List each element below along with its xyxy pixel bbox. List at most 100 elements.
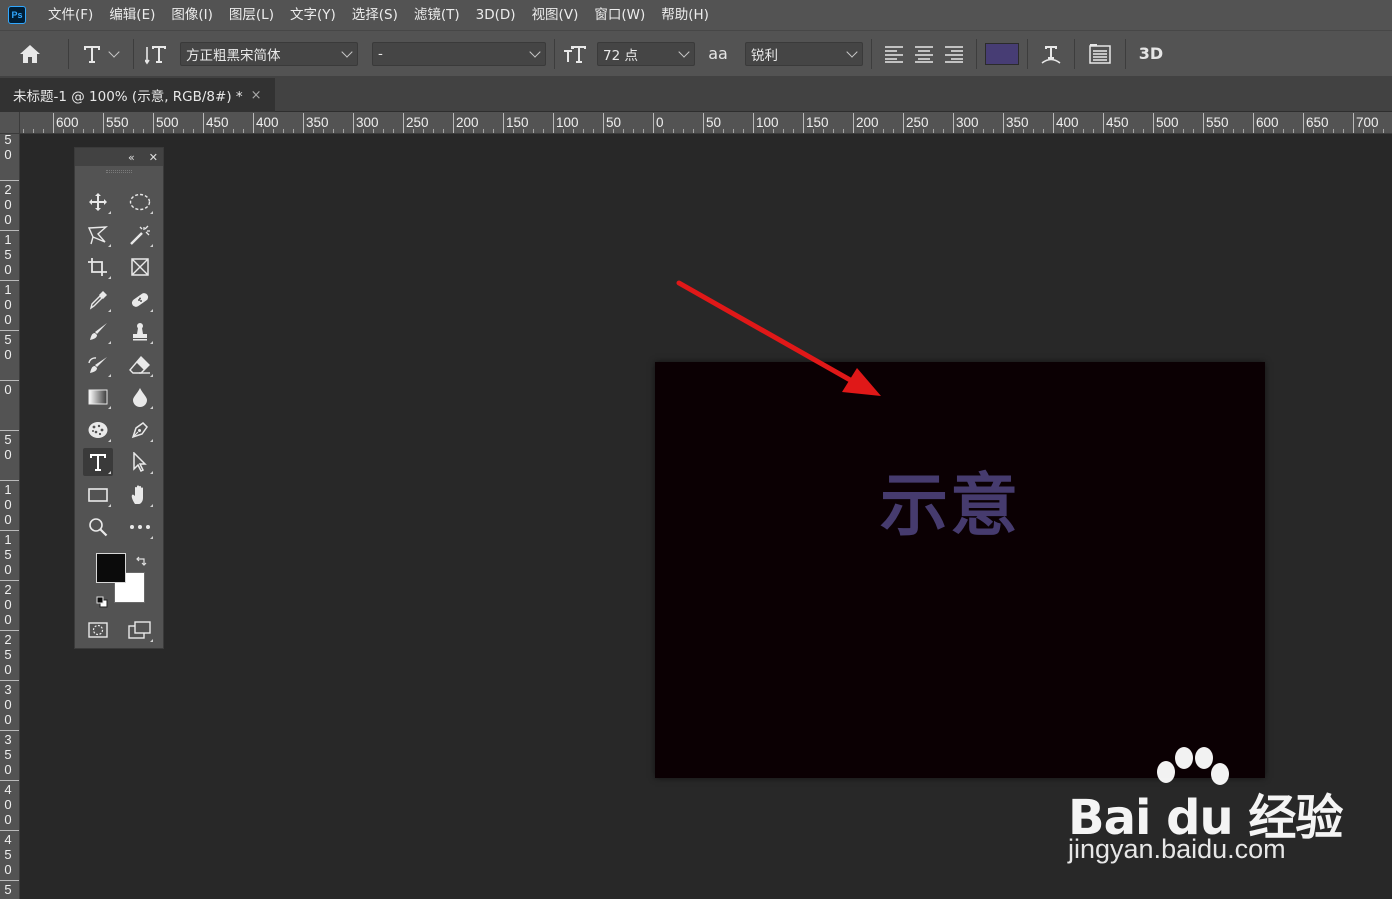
- ruler-tick: [853, 113, 854, 133]
- swap-colors-icon[interactable]: [135, 552, 147, 571]
- antialias-value: 锐利: [751, 47, 778, 64]
- eyedropper-tool[interactable]: [83, 286, 113, 314]
- menu-view[interactable]: 视图(V): [524, 0, 587, 30]
- type-tool[interactable]: [83, 448, 113, 476]
- ruler-minor-tick: [533, 129, 534, 133]
- zoom-tool[interactable]: [83, 513, 113, 541]
- ruler-minor-tick: [593, 129, 594, 133]
- font-family-select[interactable]: 方正粗黑宋简体: [180, 41, 358, 66]
- eraser-tool[interactable]: [125, 351, 155, 379]
- menu-layer[interactable]: 图层(L): [221, 0, 282, 30]
- menu-help[interactable]: 帮助(H): [653, 0, 717, 30]
- ruler-label: 100: [756, 115, 779, 130]
- history-brush-tool[interactable]: [83, 351, 113, 379]
- menu-file[interactable]: 文件(F): [40, 0, 101, 30]
- ruler-minor-tick: [633, 129, 634, 133]
- gradient-tool[interactable]: [83, 383, 113, 411]
- separator: [133, 38, 134, 69]
- ruler-label: 650: [1306, 115, 1329, 130]
- ruler-minor-tick: [163, 129, 164, 133]
- menu-select[interactable]: 选择(S): [344, 0, 406, 30]
- antialias-select[interactable]: 锐利: [745, 41, 863, 66]
- tool-preset-picker[interactable]: [77, 39, 125, 69]
- more-tools[interactable]: [125, 513, 155, 541]
- menu-type[interactable]: 文字(Y): [282, 0, 344, 30]
- ruler-minor-tick: [723, 129, 724, 133]
- magic-wand-tool[interactable]: [125, 221, 155, 249]
- menu-3d[interactable]: 3D(D): [468, 0, 524, 30]
- collapse-icon[interactable]: «: [128, 151, 135, 164]
- hand-tool[interactable]: [125, 481, 155, 509]
- polygon-lasso-tool[interactable]: [83, 221, 113, 249]
- ruler-tick: [0, 430, 19, 431]
- ruler-label: 250: [4, 632, 12, 677]
- move-tool[interactable]: [83, 188, 113, 216]
- screen-mode-button[interactable]: [125, 616, 155, 644]
- menu-edit[interactable]: 编辑(E): [101, 0, 163, 30]
- text-color-swatch[interactable]: [985, 42, 1019, 65]
- vertical-ruler[interactable]: 50 200 150 100 50 0 50 100 150 200 250 300 350 400 450…: [0, 134, 20, 899]
- pen-tool[interactable]: [125, 416, 155, 444]
- ruler-minor-tick: [323, 129, 324, 133]
- crop-tool[interactable]: [83, 253, 113, 281]
- type-tool-icon: [84, 45, 100, 63]
- align-right-button[interactable]: [940, 39, 968, 69]
- toggle-text-orientation-button[interactable]: [142, 39, 172, 69]
- default-colors-icon[interactable]: [96, 593, 108, 612]
- blur-tool[interactable]: [125, 383, 155, 411]
- ruler-minor-tick: [513, 129, 514, 133]
- document-canvas[interactable]: 示意: [655, 362, 1265, 778]
- 3d-button[interactable]: 3D: [1134, 39, 1168, 69]
- stamp-icon: [133, 323, 147, 341]
- panel-grip[interactable]: [75, 166, 163, 176]
- brush-tool[interactable]: [83, 318, 113, 346]
- rectangle-tool[interactable]: [83, 481, 113, 509]
- ruler-minor-tick: [973, 129, 974, 133]
- warp-text-button[interactable]: [1036, 39, 1066, 69]
- arrow-cursor-icon: [133, 452, 147, 472]
- clone-stamp-tool[interactable]: [125, 318, 155, 346]
- lasso-icon: [87, 226, 108, 245]
- home-button[interactable]: [0, 39, 60, 69]
- path-selection-tool[interactable]: [125, 448, 155, 476]
- align-center-button[interactable]: [908, 39, 940, 69]
- horizontal-ruler[interactable]: 0 600 550 500 450 400 350 300 250 200 150 100 500 50 1…: [20, 112, 1392, 134]
- ruler-label: 300: [356, 115, 379, 130]
- frame-tool[interactable]: [125, 253, 155, 281]
- close-icon[interactable]: ✕: [149, 151, 158, 164]
- character-panel-button[interactable]: [1083, 39, 1117, 69]
- chevron-down-icon: [108, 45, 120, 58]
- quick-mask-button[interactable]: [83, 616, 113, 644]
- ruler-label: 50: [4, 134, 12, 162]
- frame-icon: [131, 258, 149, 276]
- menu-image[interactable]: 图像(I): [163, 0, 221, 30]
- ruler-tick: [503, 113, 504, 133]
- ellipse-marquee-tool[interactable]: [125, 188, 155, 216]
- ruler-minor-tick: [713, 129, 714, 133]
- ruler-corner[interactable]: [0, 112, 20, 134]
- ruler-tick: [0, 280, 19, 281]
- ruler-label: 200: [856, 115, 879, 130]
- ruler-label: 0: [656, 115, 664, 130]
- ruler-minor-tick: [1193, 129, 1194, 133]
- font-style-select[interactable]: -: [372, 41, 546, 66]
- ruler-tick: [1253, 113, 1254, 133]
- ruler-minor-tick: [263, 129, 264, 133]
- healing-brush-tool[interactable]: [125, 286, 155, 314]
- ruler-minor-tick: [693, 129, 694, 133]
- align-left-button[interactable]: [880, 39, 908, 69]
- font-size-select[interactable]: 72 点: [597, 41, 695, 66]
- ruler-label: 100: [556, 115, 579, 130]
- ruler-minor-tick: [233, 129, 234, 133]
- close-icon[interactable]: ×: [251, 88, 262, 103]
- ruler-minor-tick: [1223, 129, 1224, 133]
- separator: [871, 38, 872, 69]
- document-tab-bar: 未标题-1 @ 100% (示意, RGB/8#) * ×: [0, 76, 1392, 112]
- document-tab-title: 未标题-1 @ 100% (示意, RGB/8#) *: [13, 89, 243, 105]
- menu-filter[interactable]: 滤镜(T): [406, 0, 468, 30]
- menu-window[interactable]: 窗口(W): [586, 0, 653, 30]
- canvas-text-layer[interactable]: 示意: [880, 450, 1020, 549]
- document-tab[interactable]: 未标题-1 @ 100% (示意, RGB/8#) * ×: [0, 78, 275, 112]
- foreground-color-swatch[interactable]: [96, 553, 126, 583]
- sponge-tool[interactable]: [83, 416, 113, 444]
